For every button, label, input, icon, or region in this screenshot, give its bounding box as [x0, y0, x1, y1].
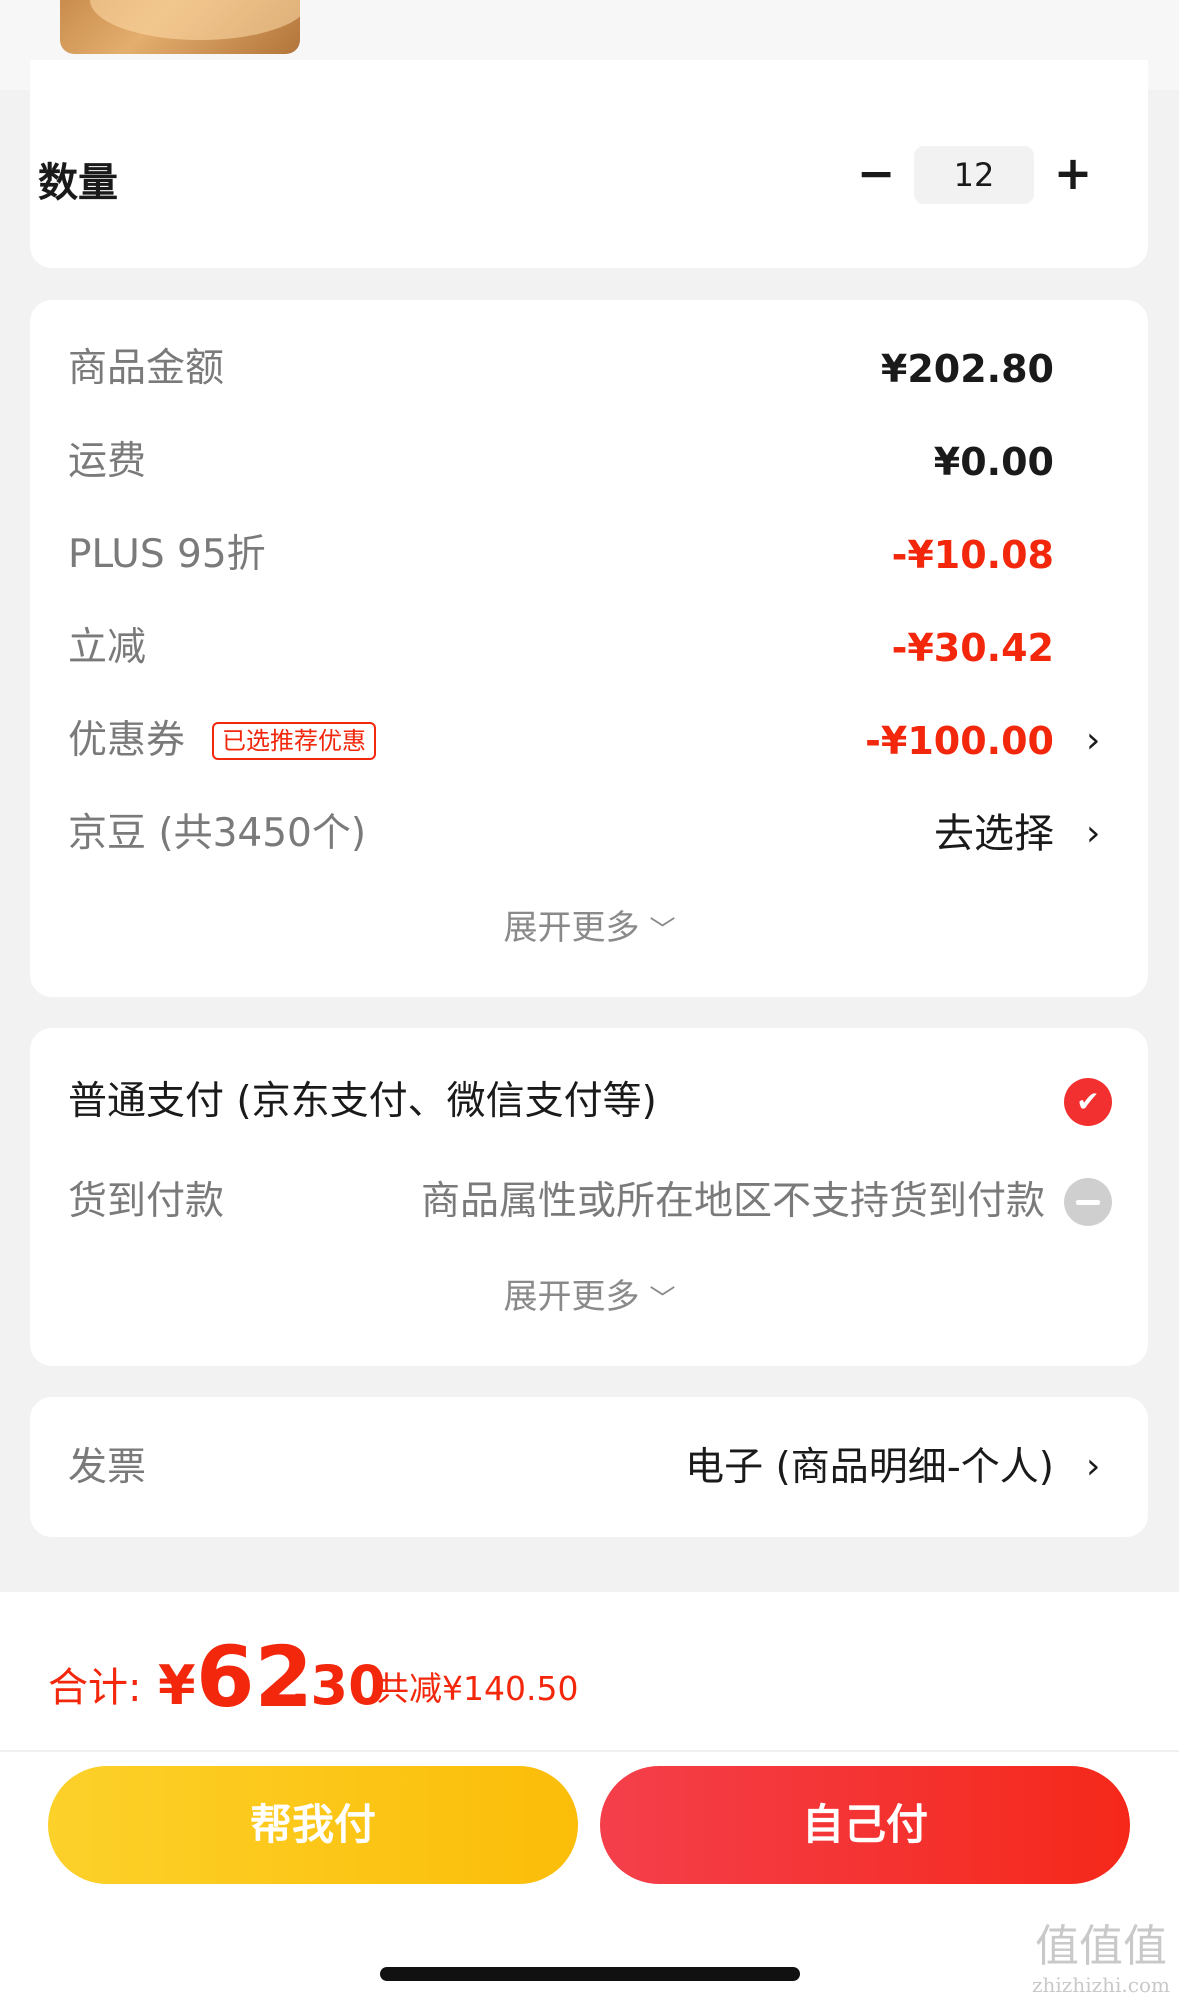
total-saved: 共减¥140.50 [376, 1669, 579, 1708]
invoice-value[interactable]: 电子 (商品明细-个人) [685, 1442, 1054, 1494]
quantity-label: 数量 [38, 160, 118, 206]
coupon-chevron-icon[interactable]: › [1086, 716, 1100, 766]
chevron-down-icon: ﹀ [649, 916, 676, 946]
invoice-label: 发票 [68, 1445, 147, 1490]
watermark-url: zhizhizhi.com [1031, 1973, 1170, 1997]
chevron-down-icon: ﹀ [649, 1285, 676, 1315]
shipping-label: 运费 [68, 439, 147, 484]
watermark-logo: 值值值 [1035, 1921, 1167, 1972]
invoice-chevron-icon[interactable]: › [1086, 1442, 1100, 1492]
amount-expand-more-label: 展开更多 [503, 908, 640, 948]
shipping-value: ¥0.00 [933, 440, 1054, 484]
jingdou-chevron-icon[interactable]: › [1086, 809, 1100, 859]
goods-amount-label: 商品金额 [68, 346, 225, 391]
product-thumbnail[interactable] [60, 0, 300, 54]
home-indicator[interactable] [380, 1967, 800, 1981]
payment-cod-note: 商品属性或所在地区不支持货到付款 [420, 1179, 1045, 1224]
self-pay-button[interactable]: 自己付 [600, 1766, 1130, 1884]
total-label: 合计: [48, 1665, 142, 1711]
coupon-value[interactable]: -¥100.00 [865, 716, 1054, 766]
check-icon[interactable]: ✔ [1064, 1078, 1112, 1126]
payment-normal-option[interactable]: 普通支付 (京东支付、微信支付等) [68, 1076, 657, 1128]
amount-expand-more[interactable]: 展开更多 ﹀ [0, 905, 1179, 951]
plus-discount-label: PLUS 95折 [68, 532, 266, 577]
jingdou-label[interactable]: 京豆 (共3450个) [68, 809, 366, 859]
total-amount-decimal: .30 [290, 1654, 386, 1717]
coupon-recommended-badge: 已选推荐优惠 [212, 722, 376, 760]
payment-expand-more-label: 展开更多 [503, 1277, 640, 1317]
quantity-plus-button[interactable]: + [1053, 148, 1093, 198]
instant-discount-value: -¥30.42 [891, 626, 1054, 670]
help-pay-button[interactable]: 帮我付 [48, 1766, 578, 1884]
watermark: 值值值 zhizhizhi.com [1026, 1922, 1176, 2002]
goods-amount-value: ¥202.80 [880, 347, 1054, 391]
coupon-label[interactable]: 优惠券 [68, 716, 185, 766]
payment-expand-more[interactable]: 展开更多 ﹀ [0, 1274, 1179, 1320]
payment-cod-label: 货到付款 [68, 1179, 225, 1224]
instant-discount-label: 立减 [68, 625, 147, 670]
quantity-minus-button[interactable]: − [856, 148, 896, 198]
plus-discount-value: -¥10.08 [891, 533, 1054, 577]
jingdou-select[interactable]: 去选择 [934, 809, 1054, 859]
divider [0, 1750, 1179, 1752]
quantity-input[interactable]: 12 [914, 146, 1034, 204]
total-currency: ¥ [158, 1654, 196, 1717]
disabled-icon [1064, 1178, 1112, 1226]
